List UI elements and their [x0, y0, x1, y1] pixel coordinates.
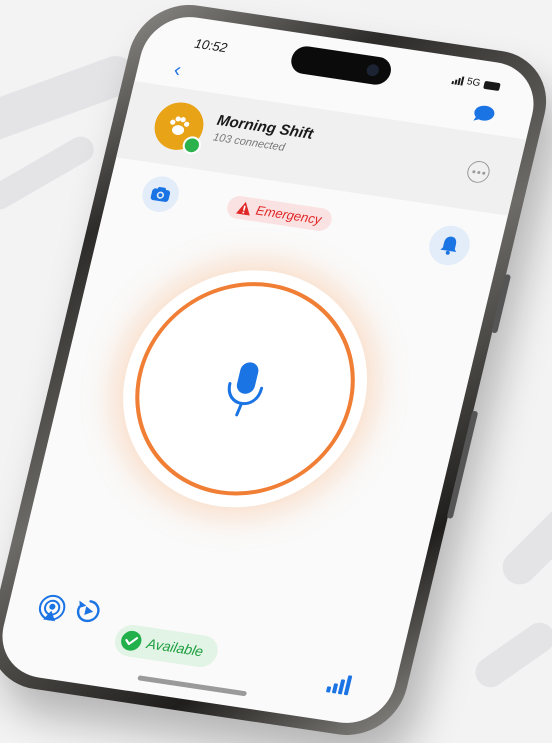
background-stroke [469, 616, 552, 694]
replay-icon[interactable] [72, 596, 104, 625]
warning-icon [235, 201, 250, 216]
more-options-button[interactable] [464, 159, 492, 185]
chat-bubble-icon [473, 105, 495, 121]
emergency-button[interactable]: Emergency [224, 194, 334, 233]
home-indicator [137, 675, 248, 697]
status-time: 10:52 [193, 35, 229, 56]
camera-icon [150, 186, 171, 202]
chat-button[interactable] [471, 104, 497, 125]
alert-button[interactable] [425, 222, 474, 268]
check-icon [119, 629, 144, 653]
microphone-icon [227, 362, 264, 417]
camera-button[interactable] [138, 173, 183, 215]
bell-icon [440, 236, 457, 255]
bottom-left-controls [34, 591, 104, 630]
dynamic-island [288, 44, 394, 87]
emergency-label: Emergency [254, 202, 323, 228]
battery-icon [483, 80, 501, 91]
availability-label: Available [145, 635, 205, 660]
more-dots-icon [471, 169, 476, 173]
chevron-left-icon: ‹ [171, 59, 184, 82]
background-stroke [0, 131, 99, 215]
background-stroke [495, 482, 552, 592]
broadcast-icon[interactable] [34, 591, 71, 625]
camera-lens [365, 63, 381, 77]
network-type: 5G [465, 76, 482, 90]
phone-screen: 10:52 5G ‹ Morning Shift 103 connected E… [0, 10, 544, 730]
channel-avatar [149, 99, 209, 156]
signal-icon[interactable] [325, 671, 353, 696]
status-indicators: 5G [451, 74, 501, 92]
back-button[interactable]: ‹ [171, 59, 184, 82]
availability-status[interactable]: Available [111, 622, 221, 670]
phone-device: 10:52 5G ‹ Morning Shift 103 connected E… [0, 0, 552, 743]
cellular-signal-icon [451, 75, 465, 86]
